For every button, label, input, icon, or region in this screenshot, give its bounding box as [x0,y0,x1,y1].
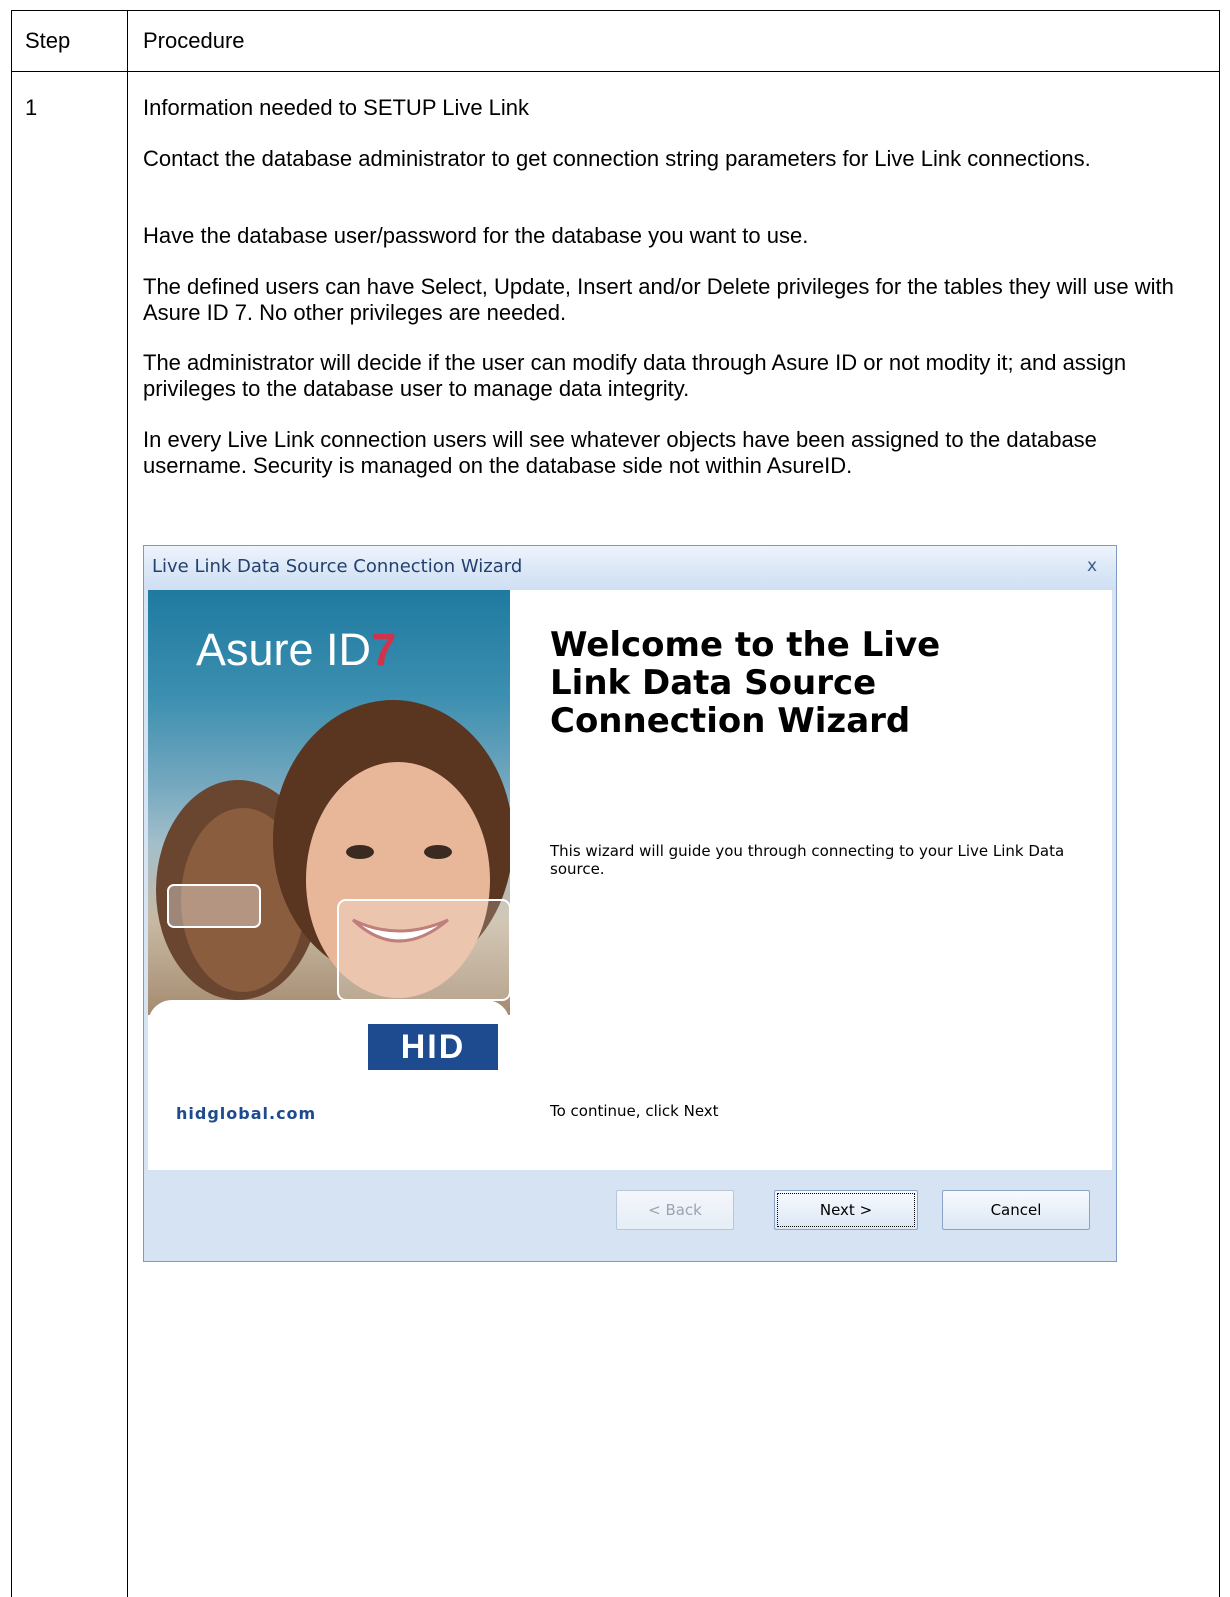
wizard-heading: Welcome to the Live Link Data Source Con… [550,625,941,741]
table-border-right [1219,10,1220,1597]
product-version: 7 [371,624,397,675]
table-column-divider [127,10,128,1597]
hid-logo: HID [368,1024,498,1070]
close-icon[interactable]: x [1080,554,1104,578]
continue-hint: To continue, click Next [550,1102,719,1120]
product-name: Asure ID [196,624,372,675]
product-logo: Asure ID7 [196,624,396,676]
connection-wizard-window: Live Link Data Source Connection Wizard … [143,545,1117,1262]
next-button[interactable]: Next > [774,1190,918,1230]
procedure-title: Information needed to SETUP Live Link [143,95,530,120]
procedure-paragraph: In every Live Link connection users will… [143,427,1097,478]
header-procedure: Procedure [143,28,245,53]
step-number: 1 [25,95,38,120]
wizard-content: Asure ID7 HID hidglobal.com Welcome to t… [148,590,1112,1170]
procedure-paragraph: The administrator will decide if the use… [143,350,1127,401]
table-header-divider [11,71,1220,72]
wizard-titlebar: Live Link Data Source Connection Wizard … [144,546,1116,590]
wizard-description: This wizard will guide you through conne… [550,842,1065,878]
wizard-banner: Asure ID7 HID hidglobal.com [148,590,510,1170]
back-button[interactable]: < Back [616,1190,734,1230]
website-label: hidglobal.com [176,1104,317,1123]
procedure-paragraph: Contact the database administrator to ge… [143,146,1091,171]
procedure-paragraph: The defined users can have Select, Updat… [143,274,1174,325]
procedure-paragraph: Have the database user/password for the … [143,223,809,248]
table-border-left [11,10,12,1597]
table-border-top [11,10,1220,11]
header-step: Step [25,28,71,53]
cancel-button[interactable]: Cancel [942,1190,1090,1230]
wizard-title: Live Link Data Source Connection Wizard [152,556,523,577]
